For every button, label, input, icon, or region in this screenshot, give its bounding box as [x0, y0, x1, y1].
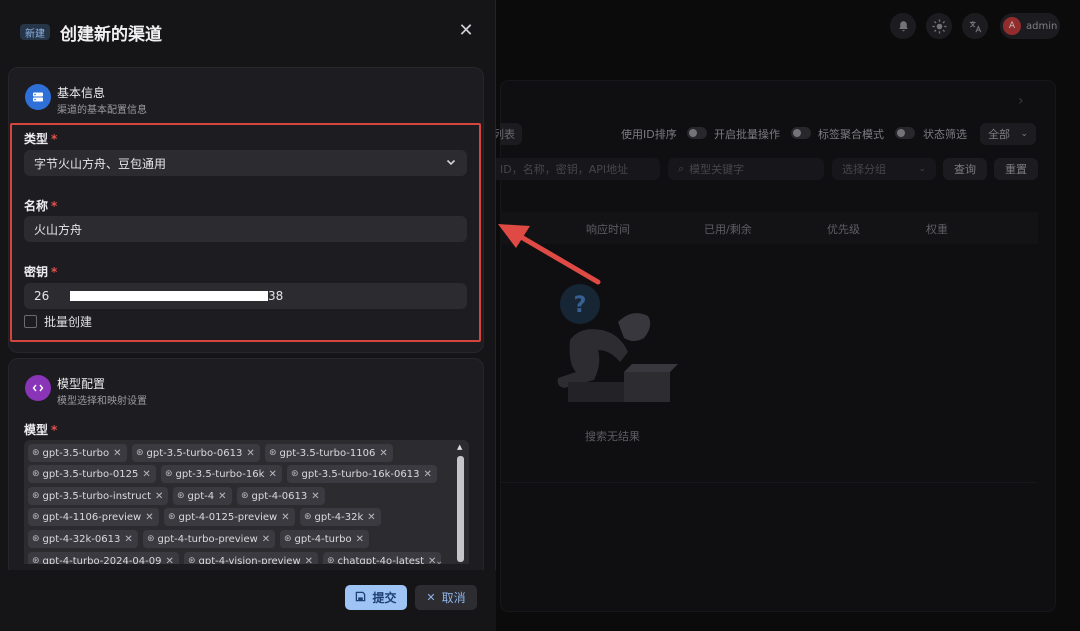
- model-tag-label: gpt-4-turbo-2024-04-09: [42, 555, 162, 565]
- remove-tag-icon[interactable]: ✕: [311, 491, 319, 502]
- openai-icon: ⊛: [32, 556, 40, 564]
- model-tag-label: gpt-4-32k: [314, 511, 364, 523]
- model-tag-label: gpt-3.5-turbo-16k-0613: [301, 468, 420, 480]
- openai-icon: ⊛: [32, 512, 40, 522]
- model-tag[interactable]: ⊛ chatgpt-4o-latest ✕: [323, 552, 442, 565]
- openai-icon: ⊛: [284, 534, 292, 544]
- model-tag[interactable]: ⊛ gpt-4-turbo-preview ✕: [143, 530, 276, 548]
- model-tag-label: gpt-4-vision-preview: [198, 555, 301, 565]
- annotation-highlight-frame: [10, 123, 481, 342]
- model-tag-label: gpt-4: [187, 490, 215, 502]
- model-tag-label: gpt-4-32k-0613: [42, 533, 121, 545]
- openai-icon: ⊛: [188, 556, 196, 564]
- server-icon: [25, 84, 51, 110]
- remove-tag-icon[interactable]: ✕: [113, 448, 121, 459]
- section-title: 基本信息: [57, 86, 106, 100]
- remove-tag-icon[interactable]: ✕: [142, 469, 150, 480]
- model-tag-label: gpt-4-turbo: [294, 533, 352, 545]
- model-tag-label: gpt-4-0125-preview: [178, 511, 278, 523]
- model-tag-label: gpt-3.5-turbo-1106: [279, 447, 376, 459]
- model-tag[interactable]: ⊛ gpt-4-0613 ✕: [237, 487, 325, 505]
- remove-tag-icon[interactable]: ✕: [246, 448, 254, 459]
- remove-tag-icon[interactable]: ✕: [305, 556, 313, 565]
- openai-icon: ⊛: [304, 512, 312, 522]
- submit-button[interactable]: 提交: [345, 585, 407, 610]
- openai-icon: ⊛: [32, 491, 40, 501]
- chevron-down-icon[interactable]: ⌄: [435, 556, 443, 567]
- openai-icon: ⊛: [291, 469, 299, 479]
- scroll-up-icon[interactable]: ▲: [457, 443, 462, 451]
- new-badge: 新建: [20, 24, 50, 40]
- model-tag-label: gpt-3.5-turbo-instruct: [42, 490, 152, 502]
- openai-icon: ⊛: [147, 534, 155, 544]
- cancel-button[interactable]: ✕ 取消: [415, 585, 477, 610]
- section-subtitle: 模型选择和映射设置: [57, 396, 147, 407]
- model-tag[interactable]: ⊛ gpt-4-vision-preview ✕: [184, 552, 319, 565]
- openai-icon: ⊛: [136, 448, 144, 458]
- remove-tag-icon[interactable]: ✕: [155, 491, 163, 502]
- remove-tag-icon[interactable]: ✕: [356, 534, 364, 545]
- model-tag-label: gpt-3.5-turbo-16k: [175, 468, 265, 480]
- model-tag-label: gpt-3.5-turbo-0125: [42, 468, 139, 480]
- remove-tag-icon[interactable]: ✕: [379, 448, 387, 459]
- model-tag[interactable]: ⊛ gpt-4-32k ✕: [300, 508, 381, 526]
- close-icon[interactable]: ✕: [456, 20, 476, 41]
- remove-tag-icon[interactable]: ✕: [166, 556, 174, 565]
- openai-icon: ⊛: [32, 534, 40, 544]
- model-tag[interactable]: ⊛ gpt-3.5-turbo-1106 ✕: [265, 444, 393, 462]
- page-title: 创建新的渠道: [60, 25, 162, 45]
- model-tag[interactable]: ⊛ gpt-4-turbo-2024-04-09 ✕: [28, 552, 179, 564]
- openai-icon: ⊛: [269, 448, 277, 458]
- model-tag-label: gpt-3.5-turbo: [42, 447, 110, 459]
- model-tag[interactable]: ⊛ gpt-4-turbo ✕: [280, 530, 369, 548]
- model-tag[interactable]: ⊛ gpt-4 ✕: [173, 487, 232, 505]
- remove-tag-icon[interactable]: ✕: [281, 512, 289, 523]
- model-tag[interactable]: ⊛ gpt-3.5-turbo-16k-0613 ✕: [287, 465, 437, 483]
- save-icon: [355, 591, 366, 605]
- openai-icon: ⊛: [32, 448, 40, 458]
- model-tag-label: gpt-4-turbo-preview: [157, 533, 258, 545]
- model-tag[interactable]: ⊛ gpt-4-1106-preview ✕: [28, 508, 159, 526]
- openai-icon: ⊛: [32, 469, 40, 479]
- code-icon: [25, 375, 51, 401]
- remove-tag-icon[interactable]: ✕: [124, 534, 132, 545]
- models-label: 模型 *: [24, 423, 58, 437]
- model-tag[interactable]: ⊛ gpt-3.5-turbo-0125 ✕: [28, 465, 156, 483]
- openai-icon: ⊛: [177, 491, 185, 501]
- model-tag-label: gpt-3.5-turbo-0613: [146, 447, 243, 459]
- openai-icon: ⊛: [241, 491, 249, 501]
- model-tag-label: gpt-4-1106-preview: [42, 511, 142, 523]
- scroll-thumb[interactable]: [457, 456, 464, 562]
- create-channel-sheet: 新建 创建新的渠道 ✕ 基本信息 渠道的基本配置信息 类型 * 字节火山方舟、豆包…: [0, 0, 496, 631]
- openai-icon: ⊛: [165, 469, 173, 479]
- remove-tag-icon[interactable]: ✕: [262, 534, 270, 545]
- section-title: 模型配置: [57, 377, 106, 391]
- model-tag[interactable]: ⊛ gpt-4-32k-0613 ✕: [28, 530, 138, 548]
- model-tag-label: gpt-4-0613: [251, 490, 308, 502]
- remove-tag-icon[interactable]: ✕: [367, 512, 375, 523]
- model-tag-label: chatgpt-4o-latest: [337, 555, 425, 565]
- model-tag[interactable]: ⊛ gpt-3.5-turbo-0613 ✕: [132, 444, 260, 462]
- sheet-header: 新建 创建新的渠道 ✕: [0, 0, 496, 64]
- models-multiselect[interactable]: ⊛ gpt-3.5-turbo ✕ ⊛ gpt-3.5-turbo-0613 ✕ ⊛ gpt-…: [24, 440, 469, 564]
- openai-icon: ⊛: [168, 512, 176, 522]
- remove-tag-icon[interactable]: ✕: [424, 469, 432, 480]
- openai-icon: ⊛: [327, 556, 335, 564]
- close-icon: ✕: [426, 591, 436, 604]
- remove-tag-icon[interactable]: ✕: [218, 491, 226, 502]
- model-tag[interactable]: ⊛ gpt-3.5-turbo-instruct ✕: [28, 487, 169, 505]
- model-tag[interactable]: ⊛ gpt-4-0125-preview ✕: [164, 508, 295, 526]
- remove-tag-icon[interactable]: ✕: [145, 512, 153, 523]
- model-tag[interactable]: ⊛ gpt-3.5-turbo-16k ✕: [161, 465, 282, 483]
- model-tag[interactable]: ⊛ gpt-3.5-turbo ✕: [28, 444, 127, 462]
- annotation-arrow-icon: [498, 224, 601, 285]
- remove-tag-icon[interactable]: ✕: [268, 469, 276, 480]
- section-subtitle: 渠道的基本配置信息: [57, 105, 147, 116]
